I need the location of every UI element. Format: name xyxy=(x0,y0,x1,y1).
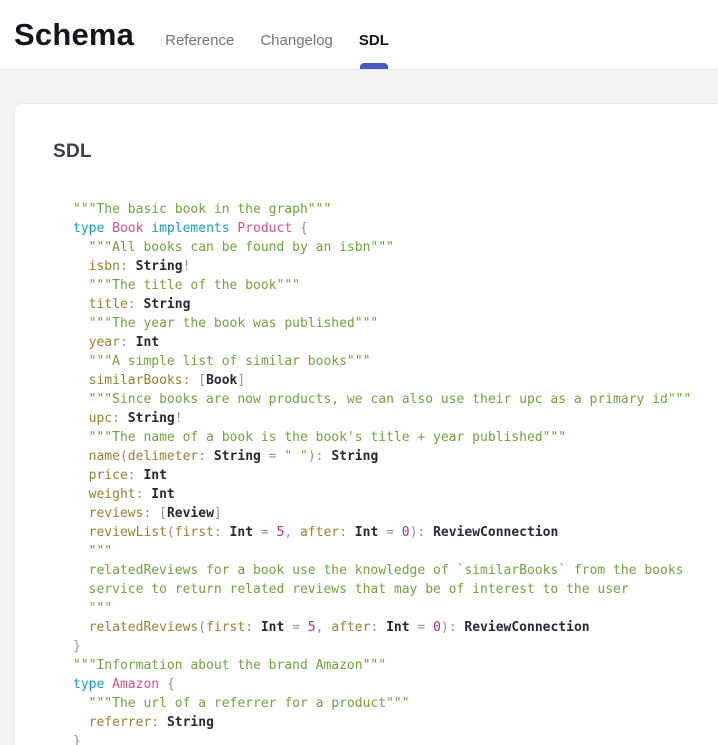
code-line: reviews: [Review] xyxy=(73,504,708,523)
tab-reference[interactable]: Reference xyxy=(152,32,247,68)
code-line: service to return related reviews that m… xyxy=(73,580,708,599)
tab-label: Reference xyxy=(165,32,234,49)
tab-sdl[interactable]: SDL xyxy=(346,32,402,68)
content-card: SDL """The basic book in the graph"""typ… xyxy=(14,103,718,745)
code-line: relatedReviews for a book use the knowle… xyxy=(73,561,708,580)
code-line: """The url of a referrer for a product""… xyxy=(73,694,708,713)
code-line: """ xyxy=(73,542,708,561)
code-line: """Since books are now products, we can … xyxy=(73,390,708,409)
tab-label: Changelog xyxy=(260,32,333,49)
code-line: title: String xyxy=(73,295,708,314)
code-line: """ xyxy=(73,599,708,618)
code-line: """Information about the brand Amazon""" xyxy=(73,656,708,675)
code-line: """The name of a book is the book's titl… xyxy=(73,428,708,447)
code-line: price: Int xyxy=(73,466,708,485)
tab-label: SDL xyxy=(359,32,389,49)
code-line: """The basic book in the graph""" xyxy=(73,200,708,219)
code-line: name(delimeter: String = " "): String xyxy=(73,447,708,466)
code-line: isbn: String! xyxy=(73,257,708,276)
code-line: type Book implements Product { xyxy=(73,219,708,238)
page-title: Schema xyxy=(14,17,134,53)
code-line: """The year the book was published""" xyxy=(73,314,708,333)
code-line: """The title of the book""" xyxy=(73,276,708,295)
code-line: weight: Int xyxy=(73,485,708,504)
code-line: year: Int xyxy=(73,333,708,352)
sdl-code-block: """The basic book in the graph"""type Bo… xyxy=(73,200,708,745)
code-line: similarBooks: [Book] xyxy=(73,371,708,390)
code-line: } xyxy=(73,732,708,745)
code-line: } xyxy=(73,637,708,656)
code-line: referrer: String xyxy=(73,713,708,732)
code-line: """All books can be found by an isbn""" xyxy=(73,238,708,257)
tab-changelog[interactable]: Changelog xyxy=(247,32,346,68)
tab-bar: Reference Changelog SDL xyxy=(152,32,402,68)
code-line: relatedReviews(first: Int = 5, after: In… xyxy=(73,618,708,637)
active-tab-indicator xyxy=(360,63,388,69)
code-line: """A simple list of similar books""" xyxy=(73,352,708,371)
code-line: reviewList(first: Int = 5, after: Int = … xyxy=(73,523,708,542)
sdl-heading: SDL xyxy=(53,141,708,163)
code-line: type Amazon { xyxy=(73,675,708,694)
page-header: Schema Reference Changelog SDL xyxy=(0,0,718,70)
code-line: upc: String! xyxy=(73,409,708,428)
